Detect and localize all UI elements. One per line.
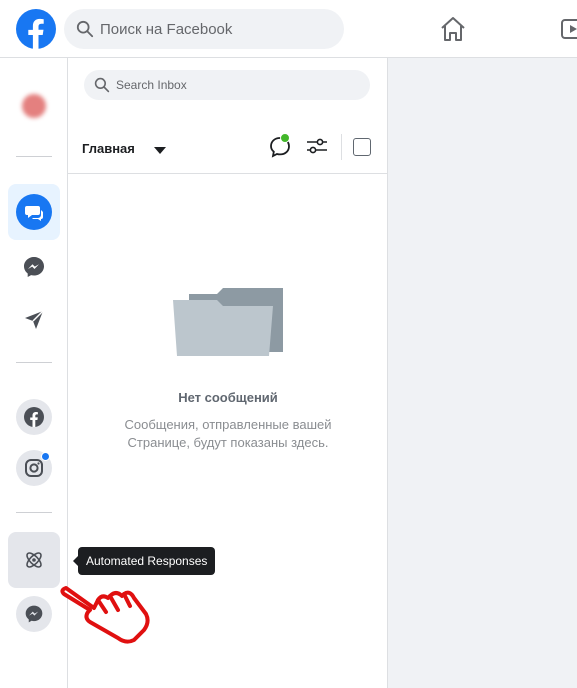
- instagram-icon: [16, 450, 52, 486]
- chevron-down-icon[interactable]: [154, 147, 166, 154]
- empty-state-description: Сообщения, отправленные вашей Странице, …: [124, 417, 332, 450]
- top-navigation-bar: Поиск на Facebook: [0, 0, 577, 58]
- facebook-search-input[interactable]: Поиск на Facebook: [64, 9, 344, 49]
- empty-folder-icon: [173, 288, 283, 356]
- messenger-icon: [24, 257, 44, 277]
- select-all-checkbox[interactable]: [353, 138, 371, 156]
- home-icon[interactable]: [438, 14, 468, 44]
- watch-video-icon[interactable]: [560, 16, 577, 42]
- rail-divider: [16, 362, 52, 363]
- rail-divider: [16, 512, 52, 513]
- inbox-search-placeholder: Search Inbox: [116, 78, 187, 92]
- search-icon: [94, 77, 110, 93]
- page-avatar[interactable]: [22, 94, 46, 118]
- sliders-icon[interactable]: [306, 137, 328, 155]
- conversation-pane: [388, 58, 577, 688]
- rail-item-messenger[interactable]: [8, 239, 60, 295]
- rail-divider: [16, 156, 52, 157]
- facebook-icon: [16, 399, 52, 435]
- toolbar-divider: [341, 134, 342, 160]
- rail-item-messenger-2[interactable]: [8, 586, 60, 642]
- rail-item-inbox[interactable]: [8, 184, 60, 240]
- send-icon: [25, 310, 44, 329]
- rail-item-instagram[interactable]: [8, 440, 60, 496]
- empty-state-title: Нет сообщений: [178, 390, 278, 405]
- pointing-hand-icon: [60, 586, 150, 644]
- online-status-dot: [280, 133, 290, 143]
- search-icon: [76, 20, 94, 38]
- automated-responses-tooltip: Automated Responses: [78, 547, 216, 575]
- inbox-filter-row: Главная: [68, 128, 388, 174]
- rail-item-facebook[interactable]: [8, 389, 60, 445]
- messenger-icon: [16, 596, 52, 632]
- inbox-search-input[interactable]: Search Inbox: [84, 70, 370, 100]
- search-placeholder: Поиск на Facebook: [100, 20, 233, 38]
- rail-item-send[interactable]: [8, 292, 60, 348]
- facebook-logo-icon[interactable]: [16, 9, 56, 49]
- chat-bubbles-icon: [16, 194, 52, 230]
- notification-badge: [41, 452, 50, 461]
- rail-item-automated-responses[interactable]: [8, 532, 60, 588]
- folder-dropdown-label[interactable]: Главная: [82, 141, 135, 156]
- atom-icon: [16, 542, 52, 578]
- left-navigation-rail: [0, 58, 68, 688]
